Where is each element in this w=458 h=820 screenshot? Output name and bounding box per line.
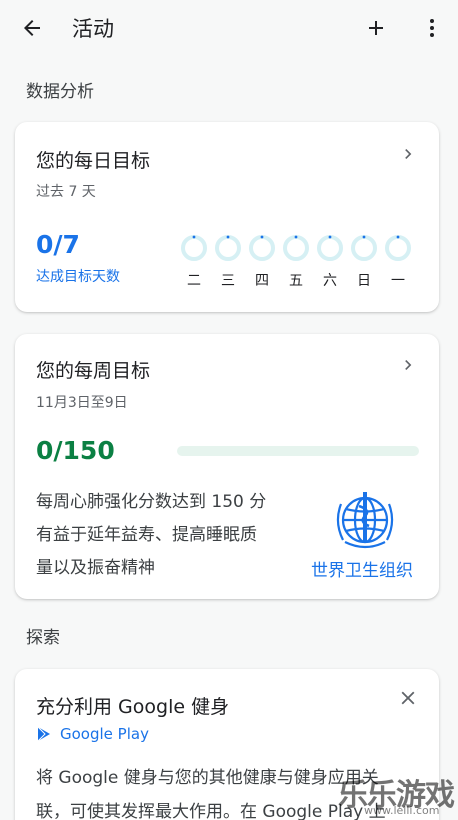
goal-ring-icon: [283, 235, 309, 261]
watermark-url: www.lelli.com: [364, 804, 440, 817]
who-source-label[interactable]: 世界卫生组织: [311, 556, 413, 581]
day-ring-sat: 六: [315, 234, 345, 290]
explore-card-title: 充分利用 Google 健身: [36, 696, 230, 718]
description-line: 有益于延年益寿、提高睡眠质: [36, 525, 257, 545]
goal-ring-icon: [215, 235, 241, 261]
chevron-right-icon: [405, 360, 412, 370]
google-play-label: Google Play: [60, 725, 149, 743]
weekly-goal-title: 您的每周目标: [36, 360, 151, 382]
who-logo-icon: [336, 492, 394, 549]
day-ring-wed: 三: [213, 234, 243, 290]
weekly-goal-value: 0/150: [36, 436, 115, 465]
description-line: 每周心肺强化分数达到 150 分: [36, 492, 267, 512]
day-ring-mon: 一: [383, 234, 413, 290]
day-ring-tue: 二: [179, 234, 209, 290]
page-title: 活动: [72, 17, 114, 41]
more-options-button[interactable]: [416, 12, 448, 44]
google-play-icon: [37, 726, 50, 742]
section-label-explore: 探索: [26, 628, 60, 648]
add-button[interactable]: [360, 12, 392, 44]
arrow-back-icon: [24, 20, 40, 36]
goal-ring-icon: [249, 235, 275, 261]
daily-goal-value: 0/7: [36, 230, 80, 259]
daily-goal-period: 过去 7 天: [36, 184, 96, 200]
weekly-goal-card[interactable]: 您的每周目标 11月3日至9日 0/150 每周心肺强化分数达到 150 分 有…: [15, 334, 439, 599]
day-label: 四: [255, 273, 269, 289]
add-icon: [369, 21, 383, 35]
daily-goal-title: 您的每日目标: [36, 150, 151, 172]
weekly-progress-bar: [177, 446, 419, 456]
app-bar: 活动: [0, 0, 458, 56]
day-label: 三: [221, 273, 235, 289]
goal-ring-icon: [351, 235, 377, 261]
goal-ring-icon: [385, 235, 411, 261]
weekly-goal-description: 每周心肺强化分数达到 150 分 有益于延年益寿、提高睡眠质 量以及振奋精神: [36, 486, 296, 585]
day-label: 一: [391, 273, 405, 289]
chevron-right-icon: [405, 149, 412, 159]
daily-goal-caption: 达成目标天数: [36, 269, 120, 285]
goal-ring-icon: [181, 235, 207, 261]
weekly-goal-period: 11月3日至9日: [36, 395, 128, 411]
more-vert-icon: [430, 19, 434, 37]
goal-ring-icon: [317, 235, 343, 261]
google-play-link[interactable]: Google Play: [36, 725, 149, 743]
day-label: 二: [187, 273, 201, 289]
description-line: 量以及振奋精神: [36, 558, 155, 578]
daily-goal-card[interactable]: 您的每日目标 过去 7 天 0/7 达成目标天数 二 三 四 五 六 日 一: [15, 122, 439, 312]
section-label-analysis: 数据分析: [26, 82, 94, 102]
watermark: 乐乐游戏 www.lelli.com: [338, 770, 458, 820]
day-label: 日: [357, 273, 371, 289]
day-label: 五: [289, 273, 303, 289]
back-button[interactable]: [16, 12, 48, 44]
close-icon[interactable]: [397, 687, 419, 709]
day-ring-thu: 四: [247, 234, 277, 290]
day-ring-sun: 日: [349, 234, 379, 290]
day-ring-fri: 五: [281, 234, 311, 290]
day-label: 六: [323, 273, 337, 289]
